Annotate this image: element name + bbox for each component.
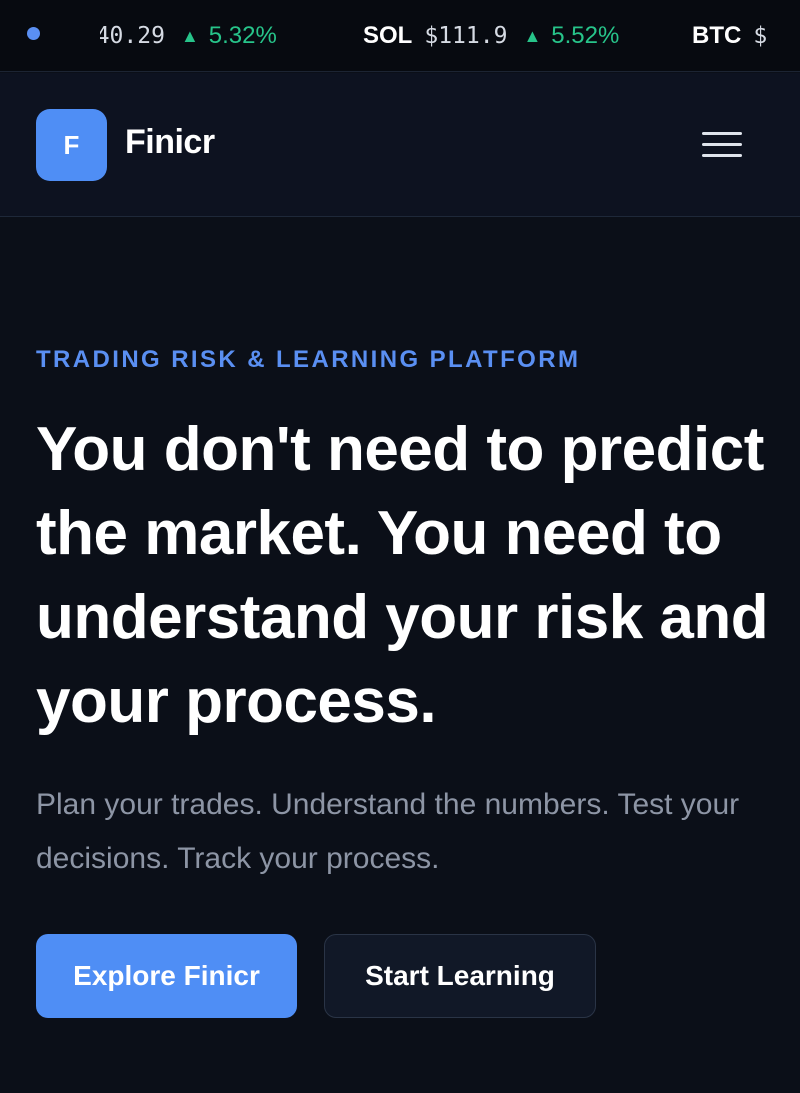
hero-eyebrow: TRADING RISK & LEARNING PLATFORM [36, 346, 581, 373]
hamburger-icon [702, 132, 742, 135]
ticker-track: $640.29 ▲ 5.32% SOL $111.9 ▲ 5.52% BTC $ [68, 0, 800, 71]
ticker-symbol: SOL [363, 22, 413, 49]
site-header: F Finicr [0, 73, 800, 217]
ticker-change: 5.52% [551, 22, 620, 49]
menu-button[interactable] [696, 125, 748, 165]
up-arrow-icon: ▲ [523, 25, 542, 46]
hero-headline: You don't need to predict the market. Yo… [36, 415, 769, 736]
hero-section: TRADING RISK & LEARNING PLATFORM You don… [0, 218, 800, 1093]
ticker-item[interactable]: BTC $ [692, 0, 783, 71]
price-ticker: $640.29 ▲ 5.32% SOL $111.9 ▲ 5.52% BTC $ [0, 0, 800, 72]
ticker-price: $111.9 [424, 23, 508, 49]
live-indicator-icon [27, 27, 40, 40]
up-arrow-icon: ▲ [180, 25, 199, 46]
ticker-item[interactable]: SOL $111.9 ▲ 5.52% [363, 0, 620, 71]
logo-icon[interactable]: F [36, 109, 107, 181]
explore-button[interactable]: Explore Finicr [36, 934, 297, 1018]
ticker-item[interactable]: $640.29 ▲ 5.32% [68, 0, 277, 71]
hero-subheadline: Plan your trades. Understand the numbers… [36, 788, 740, 875]
hamburger-icon [702, 143, 742, 146]
ticker-symbol: BTC [692, 22, 742, 49]
ticker-change: 5.32% [208, 22, 277, 49]
ticker-price: $640.29 [68, 23, 165, 49]
ticker-price: $ [753, 23, 768, 49]
hamburger-icon [702, 154, 742, 157]
start-learning-button[interactable]: Start Learning [324, 934, 596, 1018]
brand-name[interactable]: Finicr [125, 123, 215, 162]
